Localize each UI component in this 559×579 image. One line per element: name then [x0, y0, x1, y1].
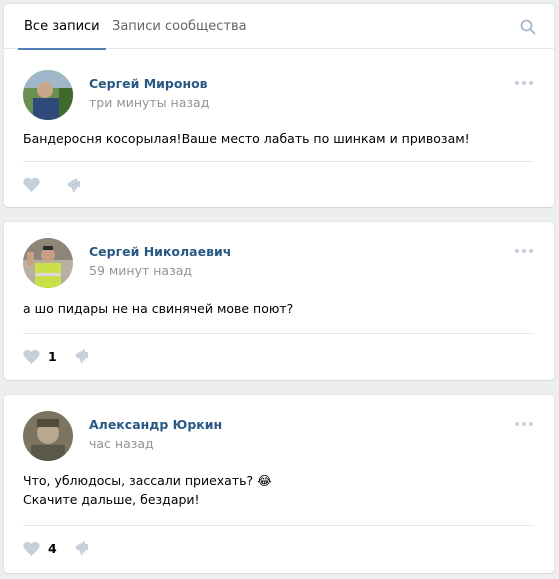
heart-icon: [23, 541, 40, 556]
wall-post: Сергей Николаевич 59 минут назад а шо пи…: [4, 222, 554, 380]
like-button[interactable]: 4: [23, 538, 57, 558]
post-text-line: Что, ублюдосы, зассали приехать? 😂: [23, 473, 272, 488]
wall-card-3: Александр Юркин час назад Что, ублюдосы,…: [4, 395, 554, 573]
like-count: 1: [48, 348, 57, 364]
more-options-icon[interactable]: [514, 248, 534, 254]
search-icon[interactable]: [520, 19, 536, 35]
wall-card-2: Сергей Николаевич 59 минут назад а шо пи…: [4, 222, 554, 380]
wall-post: Сергей Миронов три минуты назад Бандерос…: [4, 49, 554, 207]
post-divider: [23, 161, 534, 162]
post-divider: [23, 333, 534, 334]
more-options-icon[interactable]: [514, 80, 534, 86]
wall-post: Александр Юркин час назад Что, ублюдосы,…: [4, 395, 554, 573]
post-author[interactable]: Сергей Николаевич: [89, 244, 231, 259]
avatar[interactable]: [23, 238, 73, 288]
tab-all-posts[interactable]: Все записи: [18, 4, 106, 50]
avatar[interactable]: [23, 70, 73, 120]
share-icon[interactable]: [67, 177, 84, 193]
post-text-line: Бандеросня косорылая!Ваше место лабать п…: [23, 131, 470, 146]
like-button[interactable]: [23, 174, 48, 194]
tab-community-posts[interactable]: Записи сообщества: [112, 4, 247, 49]
post-time[interactable]: час назад: [89, 436, 154, 451]
more-options-icon[interactable]: [514, 421, 534, 427]
post-text: Что, ублюдосы, зассали приехать? 😂 Скачи…: [23, 471, 534, 509]
post-text-line: Скачите дальше, бездари!: [23, 492, 200, 507]
wall-card-1: Все записи Записи сообщества Сергей Миро…: [4, 4, 554, 207]
heart-icon: [23, 177, 40, 192]
heart-icon: [23, 349, 40, 364]
share-icon[interactable]: [75, 348, 92, 364]
share-icon[interactable]: [75, 540, 92, 556]
post-text: а шо пидары не на свинячей мове поют?: [23, 299, 534, 318]
post-text-line: а шо пидары не на свинячей мове поют?: [23, 301, 294, 316]
post-time[interactable]: три минуты назад: [89, 95, 209, 110]
like-count: 4: [48, 540, 57, 556]
post-divider: [23, 525, 534, 526]
wall-tabs: Все записи Записи сообщества: [4, 4, 554, 50]
like-button[interactable]: 1: [23, 346, 57, 366]
post-time[interactable]: 59 минут назад: [89, 263, 192, 278]
post-text: Бандеросня косорылая!Ваше место лабать п…: [23, 129, 534, 148]
avatar[interactable]: [23, 411, 73, 461]
post-author[interactable]: Александр Юркин: [89, 417, 222, 432]
post-author[interactable]: Сергей Миронов: [89, 76, 208, 91]
